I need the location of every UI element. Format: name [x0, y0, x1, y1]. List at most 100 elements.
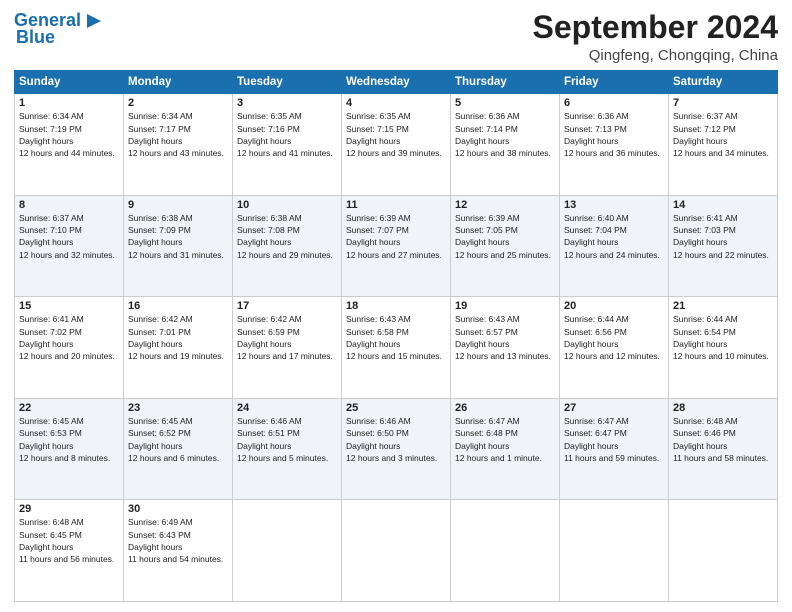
- sunrise-label: Sunrise: 6:38 AM: [128, 213, 193, 223]
- table-row: [451, 500, 560, 602]
- sunset-label: Sunset: 6:43 PM: [128, 530, 191, 540]
- table-row: 16 Sunrise: 6:42 AM Sunset: 7:01 PM Dayl…: [124, 297, 233, 399]
- sunrise-label: Sunrise: 6:34 AM: [128, 111, 193, 121]
- table-row: 24 Sunrise: 6:46 AM Sunset: 6:51 PM Dayl…: [233, 398, 342, 500]
- day-info: Sunrise: 6:41 AM Sunset: 7:02 PM Dayligh…: [19, 313, 119, 362]
- daylight-duration: 11 hours and 56 minutes.: [19, 554, 114, 564]
- table-row: 4 Sunrise: 6:35 AM Sunset: 7:15 PM Dayli…: [342, 94, 451, 196]
- table-row: 12 Sunrise: 6:39 AM Sunset: 7:05 PM Dayl…: [451, 195, 560, 297]
- sunset-label: Sunset: 6:46 PM: [673, 428, 736, 438]
- daylight-duration: 12 hours and 10 minutes.: [673, 351, 769, 361]
- day-info: Sunrise: 6:39 AM Sunset: 7:05 PM Dayligh…: [455, 212, 555, 261]
- day-info: Sunrise: 6:41 AM Sunset: 7:03 PM Dayligh…: [673, 212, 773, 261]
- daylight-label: Daylight hours: [673, 339, 727, 349]
- table-row: 10 Sunrise: 6:38 AM Sunset: 7:08 PM Dayl…: [233, 195, 342, 297]
- sunset-label: Sunset: 7:14 PM: [455, 124, 518, 134]
- calendar-row: 22 Sunrise: 6:45 AM Sunset: 6:53 PM Dayl…: [15, 398, 778, 500]
- day-number: 4: [346, 97, 446, 109]
- daylight-duration: 12 hours and 44 minutes.: [19, 148, 115, 158]
- table-row: 27 Sunrise: 6:47 AM Sunset: 6:47 PM Dayl…: [560, 398, 669, 500]
- sunset-label: Sunset: 7:13 PM: [564, 124, 627, 134]
- sunrise-label: Sunrise: 6:47 AM: [455, 416, 520, 426]
- sunrise-label: Sunrise: 6:37 AM: [19, 213, 84, 223]
- sunrise-label: Sunrise: 6:44 AM: [673, 314, 738, 324]
- daylight-label: Daylight hours: [564, 339, 618, 349]
- daylight-label: Daylight hours: [673, 441, 727, 451]
- day-info: Sunrise: 6:38 AM Sunset: 7:09 PM Dayligh…: [128, 212, 228, 261]
- table-row: [342, 500, 451, 602]
- daylight-duration: 12 hours and 19 minutes.: [128, 351, 224, 361]
- daylight-duration: 12 hours and 8 minutes.: [19, 453, 110, 463]
- page: General Blue September 2024 Qingfeng, Ch…: [0, 0, 792, 612]
- header: General Blue September 2024 Qingfeng, Ch…: [14, 10, 778, 64]
- table-row: 8 Sunrise: 6:37 AM Sunset: 7:10 PM Dayli…: [15, 195, 124, 297]
- col-friday: Friday: [560, 71, 669, 94]
- daylight-duration: 12 hours and 24 minutes.: [564, 250, 660, 260]
- table-row: 11 Sunrise: 6:39 AM Sunset: 7:07 PM Dayl…: [342, 195, 451, 297]
- day-info: Sunrise: 6:47 AM Sunset: 6:48 PM Dayligh…: [455, 415, 555, 464]
- logo-blue: Blue: [16, 28, 55, 48]
- day-info: Sunrise: 6:34 AM Sunset: 7:19 PM Dayligh…: [19, 110, 119, 159]
- sunset-label: Sunset: 7:02 PM: [19, 327, 82, 337]
- table-row: 13 Sunrise: 6:40 AM Sunset: 7:04 PM Dayl…: [560, 195, 669, 297]
- daylight-duration: 12 hours and 6 minutes.: [128, 453, 219, 463]
- day-info: Sunrise: 6:45 AM Sunset: 6:52 PM Dayligh…: [128, 415, 228, 464]
- daylight-duration: 12 hours and 17 minutes.: [237, 351, 333, 361]
- table-row: 21 Sunrise: 6:44 AM Sunset: 6:54 PM Dayl…: [669, 297, 778, 399]
- month-title: September 2024: [533, 10, 778, 45]
- table-row: 7 Sunrise: 6:37 AM Sunset: 7:12 PM Dayli…: [669, 94, 778, 196]
- day-number: 12: [455, 199, 555, 211]
- table-row: 9 Sunrise: 6:38 AM Sunset: 7:09 PM Dayli…: [124, 195, 233, 297]
- day-number: 18: [346, 300, 446, 312]
- day-number: 3: [237, 97, 337, 109]
- daylight-duration: 12 hours and 20 minutes.: [19, 351, 115, 361]
- sunset-label: Sunset: 7:03 PM: [673, 225, 736, 235]
- day-number: 28: [673, 402, 773, 414]
- day-info: Sunrise: 6:35 AM Sunset: 7:15 PM Dayligh…: [346, 110, 446, 159]
- sunrise-label: Sunrise: 6:42 AM: [237, 314, 302, 324]
- day-number: 19: [455, 300, 555, 312]
- sunrise-label: Sunrise: 6:48 AM: [673, 416, 738, 426]
- daylight-label: Daylight hours: [346, 237, 400, 247]
- sunrise-label: Sunrise: 6:47 AM: [564, 416, 629, 426]
- sunset-label: Sunset: 7:09 PM: [128, 225, 191, 235]
- daylight-label: Daylight hours: [673, 136, 727, 146]
- table-row: 29 Sunrise: 6:48 AM Sunset: 6:45 PM Dayl…: [15, 500, 124, 602]
- day-info: Sunrise: 6:40 AM Sunset: 7:04 PM Dayligh…: [564, 212, 664, 261]
- table-row: 6 Sunrise: 6:36 AM Sunset: 7:13 PM Dayli…: [560, 94, 669, 196]
- table-row: 23 Sunrise: 6:45 AM Sunset: 6:52 PM Dayl…: [124, 398, 233, 500]
- day-info: Sunrise: 6:44 AM Sunset: 6:56 PM Dayligh…: [564, 313, 664, 362]
- day-number: 9: [128, 199, 228, 211]
- sunrise-label: Sunrise: 6:48 AM: [19, 517, 84, 527]
- day-number: 24: [237, 402, 337, 414]
- daylight-duration: 12 hours and 12 minutes.: [564, 351, 660, 361]
- sunset-label: Sunset: 7:17 PM: [128, 124, 191, 134]
- day-number: 1: [19, 97, 119, 109]
- table-row: [669, 500, 778, 602]
- table-row: 18 Sunrise: 6:43 AM Sunset: 6:58 PM Dayl…: [342, 297, 451, 399]
- daylight-duration: 12 hours and 38 minutes.: [455, 148, 551, 158]
- daylight-duration: 12 hours and 3 minutes.: [346, 453, 437, 463]
- sunrise-label: Sunrise: 6:34 AM: [19, 111, 84, 121]
- daylight-label: Daylight hours: [19, 136, 73, 146]
- calendar-row: 8 Sunrise: 6:37 AM Sunset: 7:10 PM Dayli…: [15, 195, 778, 297]
- day-number: 20: [564, 300, 664, 312]
- daylight-label: Daylight hours: [564, 441, 618, 451]
- sunset-label: Sunset: 6:52 PM: [128, 428, 191, 438]
- table-row: [233, 500, 342, 602]
- daylight-duration: 12 hours and 15 minutes.: [346, 351, 442, 361]
- day-number: 17: [237, 300, 337, 312]
- calendar-header-row: Sunday Monday Tuesday Wednesday Thursday…: [15, 71, 778, 94]
- day-number: 13: [564, 199, 664, 211]
- day-number: 22: [19, 402, 119, 414]
- daylight-duration: 12 hours and 29 minutes.: [237, 250, 333, 260]
- sunset-label: Sunset: 6:53 PM: [19, 428, 82, 438]
- day-info: Sunrise: 6:36 AM Sunset: 7:13 PM Dayligh…: [564, 110, 664, 159]
- day-info: Sunrise: 6:42 AM Sunset: 6:59 PM Dayligh…: [237, 313, 337, 362]
- sunset-label: Sunset: 6:47 PM: [564, 428, 627, 438]
- sunset-label: Sunset: 6:57 PM: [455, 327, 518, 337]
- col-sunday: Sunday: [15, 71, 124, 94]
- day-number: 10: [237, 199, 337, 211]
- daylight-duration: 12 hours and 25 minutes.: [455, 250, 551, 260]
- day-info: Sunrise: 6:43 AM Sunset: 6:58 PM Dayligh…: [346, 313, 446, 362]
